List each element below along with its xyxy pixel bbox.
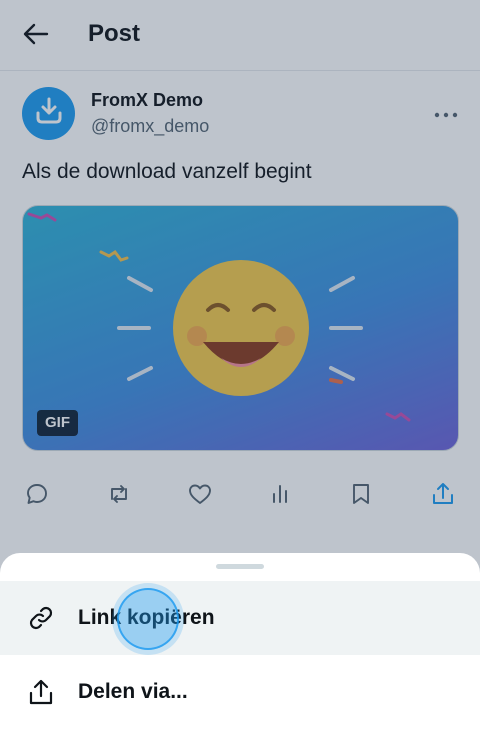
share-via-label: Delen via... bbox=[78, 680, 188, 703]
share-icon bbox=[27, 678, 55, 706]
copy-link-option[interactable]: Link kopiëren bbox=[0, 581, 480, 655]
link-icon bbox=[27, 604, 55, 632]
sheet-drag-handle[interactable] bbox=[216, 564, 264, 569]
share-via-option[interactable]: Delen via... bbox=[0, 655, 480, 729]
touch-indicator-core bbox=[117, 588, 179, 650]
share-bottom-sheet: Link kopiëren Delen via... bbox=[0, 553, 480, 755]
